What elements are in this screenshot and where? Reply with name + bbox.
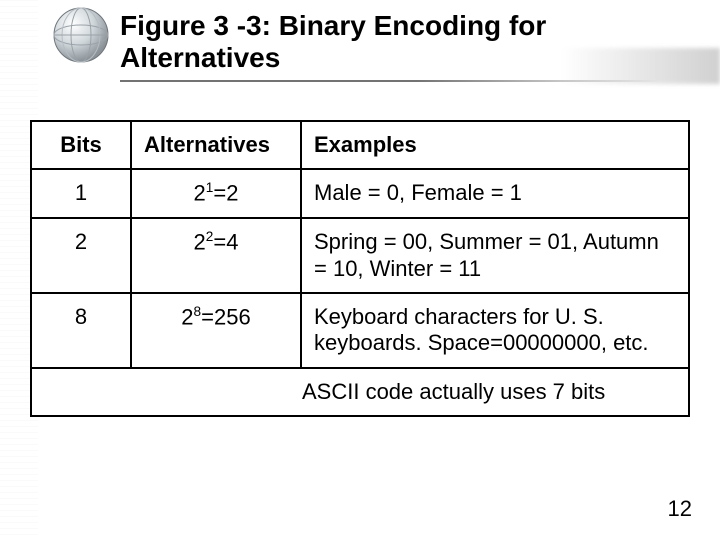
cell-bits: 1: [31, 169, 131, 218]
cell-alternatives: 21=2: [131, 169, 301, 218]
header-examples: Examples: [301, 121, 689, 169]
globe-icon: [52, 6, 110, 64]
alt-base: 2: [181, 304, 193, 329]
alt-exponent: 8: [194, 304, 202, 319]
cell-alternatives: 28=256: [131, 293, 301, 368]
cell-alternatives: 22=4: [131, 218, 301, 293]
table-footnote-row: ASCII code actually uses 7 bits: [31, 368, 689, 416]
cell-bits: 8: [31, 293, 131, 368]
alt-result: =2: [213, 181, 238, 206]
alt-result: =256: [201, 304, 251, 329]
figure-title: Figure 3 -3: Binary Encoding for Alterna…: [120, 10, 660, 82]
table-row: 8 28=256 Keyboard characters for U. S. k…: [31, 293, 689, 368]
header-bits: Bits: [31, 121, 131, 169]
title-line-2: Alternatives: [120, 42, 280, 73]
table-row: 2 22=4 Spring = 00, Summer = 01, Autumn …: [31, 218, 689, 293]
alt-base: 2: [194, 181, 206, 206]
encoding-table-container: Bits Alternatives Examples 1 21=2 Male =…: [30, 120, 690, 417]
cell-example: Keyboard characters for U. S. keyboards.…: [301, 293, 689, 368]
cell-example: Spring = 00, Summer = 01, Autumn = 10, W…: [301, 218, 689, 293]
title-underline: [120, 80, 660, 82]
alt-base: 2: [194, 229, 206, 254]
page-number: 12: [668, 496, 692, 522]
table-header-row: Bits Alternatives Examples: [31, 121, 689, 169]
cell-bits: 2: [31, 218, 131, 293]
alt-result: =4: [213, 229, 238, 254]
cell-example: Male = 0, Female = 1: [301, 169, 689, 218]
header-alternatives: Alternatives: [131, 121, 301, 169]
encoding-table: Bits Alternatives Examples 1 21=2 Male =…: [30, 120, 690, 417]
footnote-cell: ASCII code actually uses 7 bits: [31, 368, 689, 416]
table-row: 1 21=2 Male = 0, Female = 1: [31, 169, 689, 218]
title-line-1: Figure 3 -3: Binary Encoding for: [120, 10, 546, 41]
